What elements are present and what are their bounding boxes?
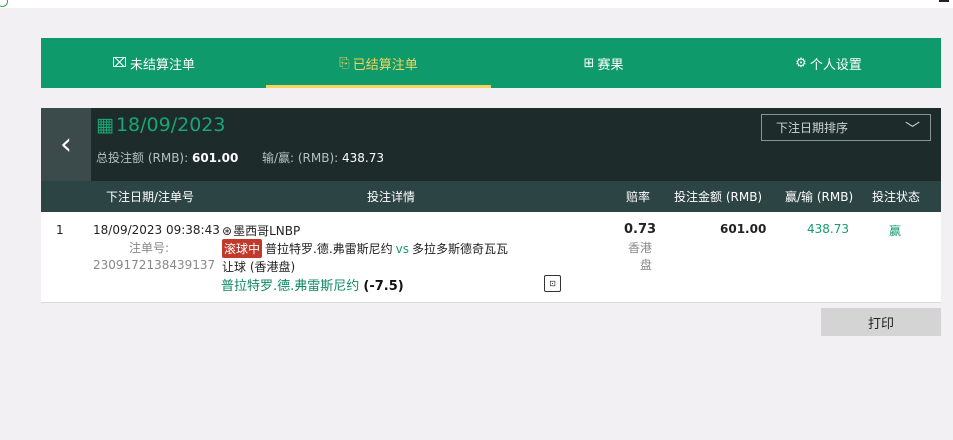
bet-detail-icon[interactable]: ⊡: [544, 275, 561, 292]
tab-personal-settings[interactable]: ⚙ 个人设置: [716, 38, 941, 88]
table-header: 下注日期/注单号 投注详情 赔率 投注金额 (RMB) 赢/输 (RMB) 投注…: [41, 181, 941, 212]
selection-team: 普拉特罗.德.弗雷斯尼约: [221, 279, 360, 294]
chevron-left-icon: ‹: [60, 127, 72, 162]
tab-results[interactable]: ⊞ 赛果: [491, 38, 716, 88]
winloss-value: 438.73: [342, 151, 385, 165]
summary-totals: 总投注额 (RMB): 601.00 输/赢: (RMB): 438.73: [96, 149, 384, 166]
handicap: (-7.5): [363, 279, 404, 294]
main-tabs: ⌧ 未结算注单 ⎘ 已结算注单 ⊞ 赛果 ⚙ 个人设置: [41, 38, 941, 88]
bet-no-label: 注单号:: [129, 241, 170, 255]
tab-label: 赛果: [597, 57, 624, 73]
settled-bets-icon: ⎘: [339, 55, 350, 71]
winloss-label: 输/赢: (RMB):: [261, 151, 339, 165]
live-badge: 滚球中: [222, 239, 263, 258]
day-summary: ‹ ▦ 18/09/2023 总投注额 (RMB): 601.00 输/赢: (…: [41, 108, 941, 181]
sort-dropdown[interactable]: 下注日期排序 ﹀: [761, 114, 931, 141]
basketball-icon: ⊛: [222, 223, 233, 238]
bet-status: 赢: [889, 224, 902, 238]
window-mark-icon: [939, 0, 949, 2]
stake-value: 601.00: [720, 222, 767, 236]
away-team: 多拉多斯德奇瓦瓦: [412, 242, 509, 256]
calendar-icon: ▦: [96, 114, 114, 136]
header-odds: 赔率: [626, 190, 651, 204]
chevron-down-icon: ﹀: [904, 120, 920, 138]
sort-dropdown-value: 下注日期排序: [776, 121, 849, 135]
tab-unsettled-bets[interactable]: ⌧ 未结算注单: [41, 38, 266, 88]
summary-date: ▦ 18/09/2023: [96, 114, 225, 136]
league: ⊛ 墨西哥LNBP: [222, 222, 300, 239]
unsettled-bets-icon: ⌧: [112, 55, 127, 71]
tab-label: 未结算注单: [129, 57, 195, 73]
header-status: 投注状态: [872, 190, 921, 204]
odds-value: 0.73: [624, 222, 657, 237]
gear-icon: ⚙: [795, 55, 807, 71]
bet-datetime: 18/09/2023 09:38:43: [93, 223, 220, 237]
bet-type: 让球 (香港盘): [222, 260, 296, 274]
odds-type: 香港盘: [627, 241, 652, 272]
home-team: 普拉特罗.德.弗雷斯尼约: [265, 242, 393, 256]
results-icon: ⊞: [583, 55, 595, 71]
table-row: 1 18/09/2023 09:38:43 注单号: 2309172138439…: [41, 212, 941, 303]
top-strip: [0, 0, 953, 8]
settled-bets-panel: ‹ ▦ 18/09/2023 总投注额 (RMB): 601.00 输/赢: (…: [41, 108, 941, 303]
header-winloss: 赢/输 (RMB): [785, 190, 854, 204]
print-button[interactable]: 打印: [821, 308, 941, 336]
header-date-betno: 下注日期/注单号: [106, 190, 195, 204]
tab-label: 已结算注单: [352, 57, 418, 73]
winloss-amount: 438.73: [807, 222, 849, 236]
league-name: 墨西哥LNBP: [233, 224, 301, 238]
total-stake-label: 总投注额 (RMB):: [96, 151, 189, 165]
vs-label: vs: [395, 241, 410, 256]
tab-settled-bets[interactable]: ⎘ 已结算注单: [266, 38, 491, 88]
date-text: 18/09/2023: [115, 114, 226, 136]
bet-number: 2309172138439137: [93, 258, 216, 272]
row-index: 1: [56, 223, 64, 237]
bet-selection: 普拉特罗.德.弗雷斯尼约 (-7.5): [221, 275, 404, 294]
tab-label: 个人设置: [809, 57, 862, 73]
header-stake: 投注金额 (RMB): [674, 190, 763, 204]
match-line: 滚球中 普拉特罗.德.弗雷斯尼约 vs 多拉多斯德奇瓦瓦: [222, 239, 508, 258]
back-button[interactable]: ‹: [41, 108, 91, 181]
header-details: 投注详情: [367, 190, 416, 204]
total-stake-value: 601.00: [191, 151, 239, 165]
